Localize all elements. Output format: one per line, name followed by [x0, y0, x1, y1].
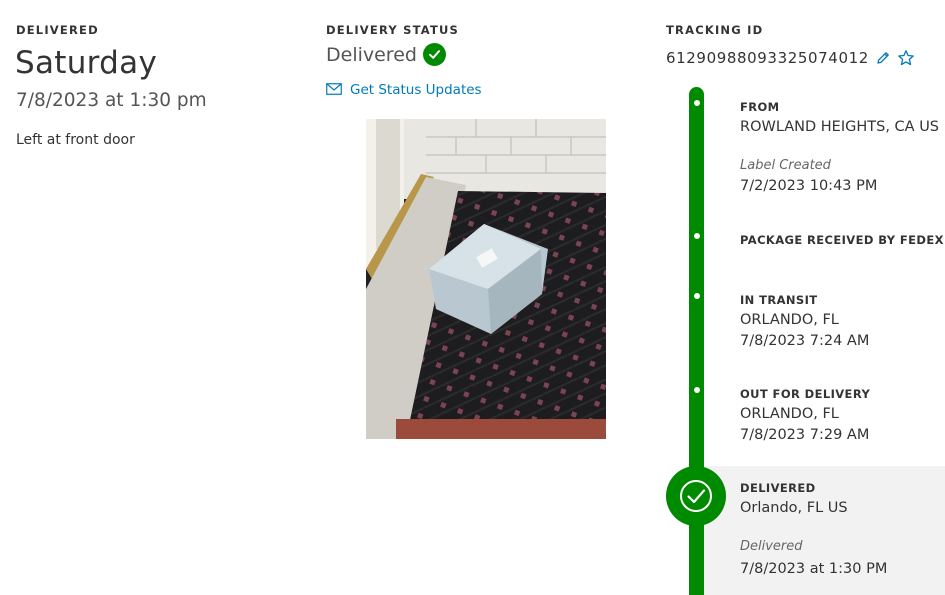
get-status-updates-label: Get Status Updates — [350, 81, 482, 98]
status-text: Delivered — [326, 43, 417, 66]
delivery-date-time: 7/8/2023 at 1:30 pm — [16, 90, 207, 111]
delivery-day: Saturday — [15, 45, 158, 81]
event-title: OUT FOR DELIVERY — [740, 387, 871, 401]
star-icon[interactable] — [897, 49, 915, 67]
check-circle-icon — [422, 43, 446, 66]
get-status-updates-link[interactable]: Get Status Updates — [326, 80, 482, 99]
event-title: IN TRANSIT — [740, 293, 818, 307]
event-title: FROM — [740, 100, 780, 114]
event-location: ORLANDO, FL — [740, 312, 839, 328]
tracking-id-row: 61290988093325074012 — [666, 49, 915, 67]
delivery-photo — [366, 119, 606, 439]
delivery-status-label: DELIVERY STATUS — [326, 23, 460, 37]
check-circle-icon — [666, 466, 726, 526]
event-title: PACKAGE RECEIVED BY FEDEX — [740, 233, 944, 247]
event-location: ORLANDO, FL — [740, 406, 839, 422]
event-time: 7/2/2023 10:43 PM — [740, 178, 878, 194]
event-time: 7/8/2023 at 1:30 PM — [740, 561, 888, 577]
pencil-icon[interactable] — [875, 50, 891, 66]
timeline-dot — [694, 387, 700, 393]
timeline-dot — [694, 233, 700, 239]
event-time: 7/8/2023 7:24 AM — [740, 333, 870, 349]
status-row: Delivered — [326, 43, 446, 66]
delivered-label: DELIVERED — [16, 23, 99, 37]
event-location: ROWLAND HEIGHTS, CA US — [740, 119, 940, 135]
event-subtitle: Label Created — [740, 158, 831, 173]
event-title: DELIVERED — [740, 481, 816, 495]
event-subtitle: Delivered — [740, 539, 803, 554]
timeline-dot — [694, 100, 700, 106]
event-location: Orlando, FL US — [740, 500, 848, 516]
tracking-id-value[interactable]: 61290988093325074012 — [666, 49, 869, 67]
envelope-icon — [326, 80, 342, 99]
event-time: 7/8/2023 7:29 AM — [740, 427, 870, 443]
tracking-id-label: TRACKING ID — [666, 23, 764, 37]
timeline-dot — [694, 293, 700, 299]
delivery-note: Left at front door — [16, 132, 135, 148]
